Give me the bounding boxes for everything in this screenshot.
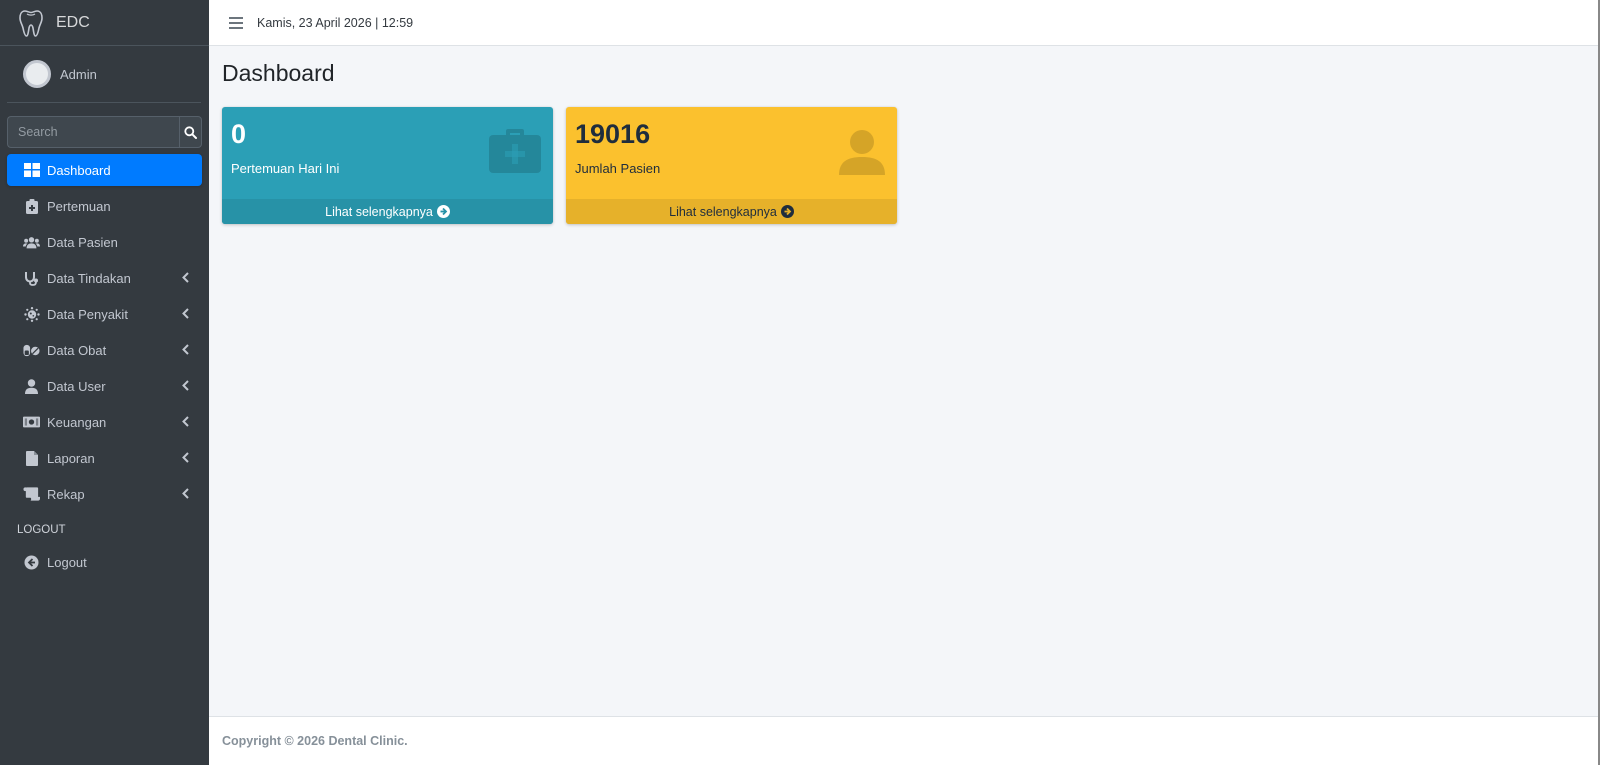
small-box-footer-label: Lihat selengkapnya [669, 204, 777, 219]
chevron-left-icon [182, 416, 189, 427]
avatar [23, 60, 51, 88]
sidebar-item-pertemuan[interactable]: Pertemuan [7, 190, 202, 222]
chevron-left-icon [182, 452, 189, 463]
sidebar-item-label: Data Pasien [47, 234, 118, 250]
user-panel[interactable]: Admin [7, 46, 201, 103]
user-icon [23, 378, 40, 395]
content-wrapper: Dashboard 0 Pertemuan Hari Ini Lihat sel… [209, 46, 1600, 716]
small-box-value: 0 [231, 119, 247, 149]
chevron-left-icon [182, 272, 189, 283]
sidebar-item-label: Dashboard [47, 162, 111, 178]
brand-text: EDC [56, 13, 90, 31]
nav-header-logout: LOGOUT [17, 524, 66, 536]
users-icon [23, 234, 40, 251]
virus-icon [23, 306, 40, 323]
sidebar-item-data-tindakan[interactable]: Data Tindakan [7, 262, 202, 294]
sidebar-item-label: Logout [47, 554, 87, 570]
small-box-footer-link[interactable]: Lihat selengkapnya [222, 199, 553, 224]
search-input[interactable] [7, 116, 179, 148]
user-icon [839, 129, 885, 180]
arrow-circle-left-icon [23, 554, 40, 571]
sidebar-item-logout[interactable]: Logout [7, 546, 202, 578]
stethoscope-icon [23, 270, 40, 287]
sidebar-item-rekap[interactable]: Rekap [7, 478, 202, 510]
sidebar-item-label: Data Tindakan [47, 270, 131, 286]
sidebar-item-laporan[interactable]: Laporan [7, 442, 202, 474]
sidebar-item-data-obat[interactable]: Data Obat [7, 334, 202, 366]
file-icon [23, 450, 40, 467]
sidebar: EDC Admin Dashboard Pertemuan Data Pasie… [0, 0, 209, 765]
tooth-icon [16, 8, 46, 38]
small-box-footer-label: Lihat selengkapnya [325, 204, 433, 219]
chevron-left-icon [182, 308, 189, 319]
chevron-left-icon [182, 344, 189, 355]
user-name: Admin [60, 66, 97, 82]
current-datetime: Kamis, 23 April 2026 | 12:59 [257, 15, 414, 30]
sidebar-item-label: Data User [47, 378, 106, 394]
sidebar-item-label: Pertemuan [47, 198, 111, 214]
arrow-circle-right-icon [780, 205, 794, 218]
small-box-footer-link[interactable]: Lihat selengkapnya [566, 199, 897, 224]
search-button[interactable] [179, 116, 202, 148]
arrow-circle-right-icon [436, 205, 450, 218]
sidebar-item-keuangan[interactable]: Keuangan [7, 406, 202, 438]
sidebar-item-dashboard[interactable]: Dashboard [7, 154, 202, 186]
copyright-text: Copyright © 2026 Dental Clinic. [222, 734, 408, 748]
sidebar-item-data-pasien[interactable]: Data Pasien [7, 226, 202, 258]
sidebar-nav: Dashboard Pertemuan Data Pasien Data Tin… [7, 154, 202, 578]
main-footer: Copyright © 2026 Dental Clinic. [209, 716, 1600, 765]
small-box-value: 19016 [575, 119, 651, 149]
small-box-label: Jumlah Pasien [575, 161, 661, 176]
brand-link[interactable]: EDC [0, 0, 209, 46]
top-navbar: Kamis, 23 April 2026 | 12:59 [209, 0, 1600, 46]
sidebar-item-data-penyakit[interactable]: Data Penyakit [7, 298, 202, 330]
menu-toggle-icon[interactable] [229, 16, 243, 29]
sidebar-search [7, 116, 202, 148]
sidebar-item-label: Data Obat [47, 342, 107, 358]
sidebar-item-label: Laporan [47, 450, 95, 466]
sidebar-item-data-user[interactable]: Data User [7, 370, 202, 402]
dashboard-icon [23, 162, 40, 179]
small-box-pertemuan: 0 Pertemuan Hari Ini Lihat selengkapnya [222, 107, 553, 224]
small-box-label: Pertemuan Hari Ini [231, 161, 340, 176]
sidebar-item-label: Data Penyakit [47, 306, 128, 322]
sidebar-item-label: Keuangan [47, 414, 107, 430]
clipboard-medical-icon [23, 198, 40, 215]
search-icon [184, 125, 197, 139]
pills-icon [23, 342, 40, 359]
chevron-left-icon [182, 380, 189, 391]
chevron-left-icon [182, 488, 189, 499]
scroll-icon [23, 486, 40, 503]
page-title: Dashboard [222, 60, 335, 86]
sidebar-item-label: Rekap [47, 486, 85, 502]
money-bill-icon [23, 414, 40, 431]
small-box-pasien: 19016 Jumlah Pasien Lihat selengkapnya [566, 107, 897, 224]
medkit-icon [489, 129, 541, 178]
